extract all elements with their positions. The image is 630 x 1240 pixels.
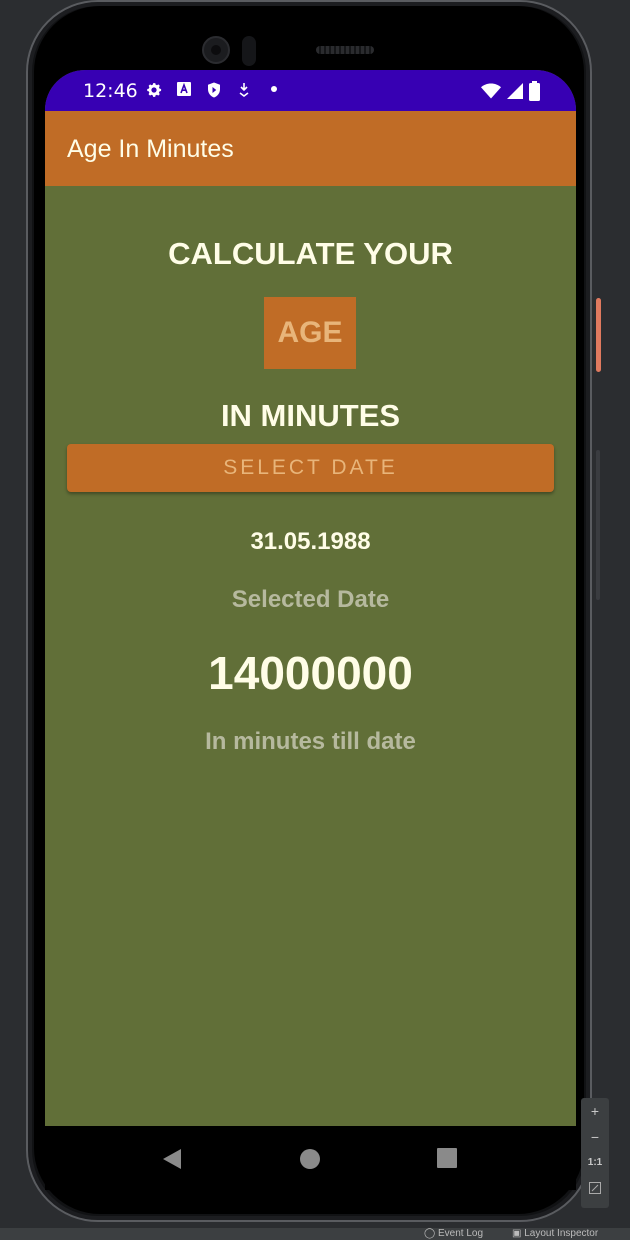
event-log-icon: ◯ (424, 1228, 436, 1239)
earpiece-speaker (316, 46, 374, 54)
emulator-zoom-toolbar: + − 1:1 (581, 1098, 609, 1208)
status-bar: 12:46 (45, 70, 576, 111)
battery-icon (529, 81, 540, 106)
shield-icon (205, 81, 223, 99)
zoom-out-button[interactable]: − (581, 1124, 609, 1150)
fit-screen-icon[interactable] (581, 1176, 609, 1202)
age-label: AGE (264, 297, 356, 369)
text-a-icon (175, 81, 193, 99)
gear-icon (145, 81, 163, 99)
front-camera (202, 36, 230, 64)
ide-status-bar: ◯ Event Log ▣ Layout Inspector (0, 1228, 630, 1240)
event-log-link[interactable]: ◯ Event Log (424, 1228, 483, 1239)
age-in-minutes-caption: In minutes till date (205, 728, 416, 755)
select-date-button[interactable]: SELECT DATE (67, 444, 554, 492)
back-icon[interactable] (161, 1148, 183, 1175)
device-screen: 12:46 Age In Minutes CALCULATE YOUR AGE … (45, 70, 576, 1190)
layout-inspector-link[interactable]: ▣ Layout Inspector (512, 1228, 598, 1239)
heading-calculate-your: CALCULATE YOUR (168, 236, 453, 271)
volume-rocker[interactable] (596, 450, 600, 600)
cell-signal-icon (507, 82, 523, 105)
status-system-icons (481, 81, 540, 106)
age-in-minutes-value: 14000000 (208, 647, 413, 699)
navigation-bar (45, 1126, 576, 1190)
layout-inspector-icon: ▣ (512, 1228, 522, 1239)
app-bar: Age In Minutes (45, 111, 576, 186)
proximity-sensor (242, 36, 256, 66)
app-title: Age In Minutes (67, 135, 234, 163)
wifi-icon (481, 82, 501, 105)
status-notification-icons (145, 81, 283, 99)
download-icon (235, 81, 253, 99)
heading-in-minutes: IN MINUTES (220, 398, 401, 433)
actual-size-button[interactable]: 1:1 (581, 1150, 609, 1176)
home-icon[interactable] (299, 1148, 321, 1175)
dot-icon (265, 81, 283, 99)
zoom-in-button[interactable]: + (581, 1098, 609, 1124)
status-time: 12:46 (83, 80, 138, 102)
selected-date-caption: Selected Date (231, 586, 390, 613)
selected-date-value: 31.05.1988 (250, 528, 371, 555)
main-content: CALCULATE YOUR AGE IN MINUTES SELECT DAT… (45, 186, 576, 1126)
power-button[interactable] (596, 298, 601, 372)
recents-icon[interactable] (437, 1148, 457, 1173)
